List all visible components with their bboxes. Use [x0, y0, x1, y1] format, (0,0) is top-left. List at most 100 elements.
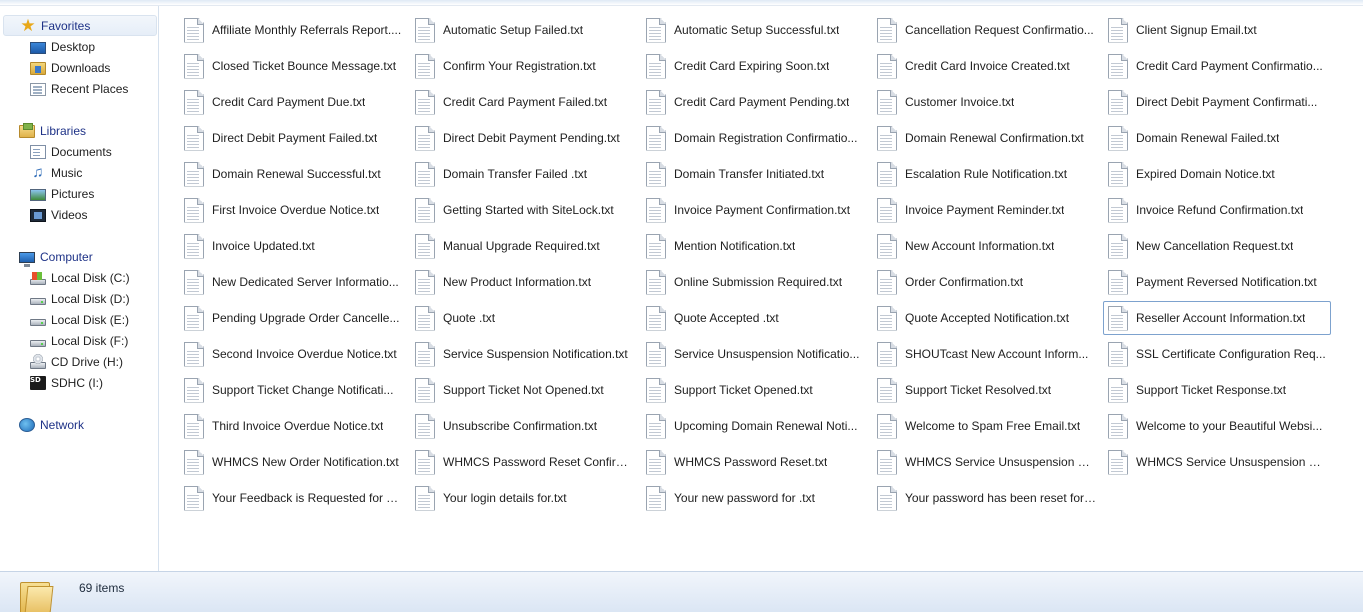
file-item[interactable]: Welcome to your Beautiful Websi... — [1103, 409, 1331, 443]
file-item[interactable]: WHMCS New Order Notification.txt — [179, 445, 407, 479]
file-item[interactable]: Closed Ticket Bounce Message.txt — [179, 49, 407, 83]
file-item[interactable]: Expired Domain Notice.txt — [1103, 157, 1331, 191]
nav-group-favorites[interactable]: ★ Favorites — [3, 15, 157, 36]
file-item[interactable]: Order Confirmation.txt — [872, 265, 1100, 299]
file-item[interactable]: New Product Information.txt — [410, 265, 638, 299]
file-item[interactable]: Direct Debit Payment Pending.txt — [410, 121, 638, 155]
text-document-icon — [646, 305, 666, 331]
file-item[interactable]: Upcoming Domain Renewal Noti... — [641, 409, 869, 443]
file-item[interactable]: Direct Debit Payment Confirmati... — [1103, 85, 1331, 119]
text-document-icon — [415, 89, 435, 115]
file-item[interactable]: Getting Started with SiteLock.txt — [410, 193, 638, 227]
file-item[interactable]: Domain Registration Confirmatio... — [641, 121, 869, 155]
file-item[interactable]: Your Feedback is Requested for Ti... — [179, 481, 407, 515]
file-item[interactable]: Quote Accepted Notification.txt — [872, 301, 1100, 335]
file-item[interactable]: Third Invoice Overdue Notice.txt — [179, 409, 407, 443]
file-item[interactable]: Reseller Account Information.txt — [1103, 301, 1331, 335]
nav-group-libraries[interactable]: Libraries — [19, 120, 86, 141]
file-item[interactable]: Support Ticket Response.txt — [1103, 373, 1331, 407]
file-item[interactable]: Support Ticket Opened.txt — [641, 373, 869, 407]
file-item[interactable]: Second Invoice Overdue Notice.txt — [179, 337, 407, 371]
nav-item-sdhc-i[interactable]: SDHC (I:) — [30, 372, 103, 393]
file-item[interactable]: Domain Transfer Initiated.txt — [641, 157, 869, 191]
file-item[interactable]: Invoice Refund Confirmation.txt — [1103, 193, 1331, 227]
file-item[interactable]: Your new password for .txt — [641, 481, 869, 515]
file-item[interactable]: Service Suspension Notification.txt — [410, 337, 638, 371]
file-item[interactable]: Your login details for.txt — [410, 481, 638, 515]
file-item[interactable]: Domain Renewal Successful.txt — [179, 157, 407, 191]
file-item[interactable]: New Dedicated Server Informatio... — [179, 265, 407, 299]
file-name: Credit Card Invoice Created.txt — [905, 59, 1070, 73]
file-item[interactable]: Affiliate Monthly Referrals Report.... — [179, 13, 407, 47]
file-item[interactable]: Confirm Your Registration.txt — [410, 49, 638, 83]
nav-label: Local Disk (C:) — [51, 270, 130, 285]
nav-group-network[interactable]: Network — [19, 414, 84, 435]
nav-item-local-disk-e[interactable]: Local Disk (E:) — [30, 309, 129, 330]
file-item[interactable]: Pending Upgrade Order Cancelle... — [179, 301, 407, 335]
navigation-pane[interactable]: ★ Favorites Desktop Downloads Recent Places L… — [0, 6, 159, 571]
file-item[interactable]: Credit Card Invoice Created.txt — [872, 49, 1100, 83]
file-item[interactable]: WHMCS Password Reset.txt — [641, 445, 869, 479]
nav-item-downloads[interactable]: Downloads — [30, 57, 110, 78]
nav-item-videos[interactable]: Videos — [30, 204, 87, 225]
file-item[interactable]: Invoice Updated.txt — [179, 229, 407, 263]
file-item[interactable]: WHMCS Service Unsuspension Su... — [1103, 445, 1331, 479]
file-item[interactable]: Credit Card Payment Due.txt — [179, 85, 407, 119]
file-item[interactable]: SHOUTcast New Account Inform... — [872, 337, 1100, 371]
file-item[interactable]: Credit Card Expiring Soon.txt — [641, 49, 869, 83]
file-item[interactable]: Support Ticket Not Opened.txt — [410, 373, 638, 407]
file-item[interactable]: First Invoice Overdue Notice.txt — [179, 193, 407, 227]
file-item[interactable]: Welcome to Spam Free Email.txt — [872, 409, 1100, 443]
file-item[interactable]: Support Ticket Change Notificati... — [179, 373, 407, 407]
file-item[interactable]: WHMCS Password Reset Confirm... — [410, 445, 638, 479]
nav-item-local-disk-c[interactable]: Local Disk (C:) — [30, 267, 130, 288]
text-document-icon — [1108, 449, 1128, 475]
file-item[interactable]: Your password has been reset for ... — [872, 481, 1100, 515]
file-item[interactable]: Direct Debit Payment Failed.txt — [179, 121, 407, 155]
nav-item-pictures[interactable]: Pictures — [30, 183, 94, 204]
file-item[interactable]: Invoice Payment Reminder.txt — [872, 193, 1100, 227]
file-item[interactable]: Customer Invoice.txt — [872, 85, 1100, 119]
file-item[interactable]: Client Signup Email.txt — [1103, 13, 1331, 47]
file-item[interactable]: Automatic Setup Successful.txt — [641, 13, 869, 47]
file-item[interactable]: Online Submission Required.txt — [641, 265, 869, 299]
nav-item-cd-drive-h[interactable]: CD Drive (H:) — [30, 351, 123, 372]
file-item[interactable]: Domain Renewal Confirmation.txt — [872, 121, 1100, 155]
file-item[interactable]: WHMCS Service Unsuspension Fa... — [872, 445, 1100, 479]
file-list[interactable]: Affiliate Monthly Referrals Report.... Au… — [160, 6, 1363, 571]
text-document-icon — [184, 89, 204, 115]
file-item[interactable]: Domain Transfer Failed .txt — [410, 157, 638, 191]
file-item[interactable]: Service Unsuspension Notificatio... — [641, 337, 869, 371]
nav-item-documents[interactable]: Documents — [30, 141, 112, 162]
file-item[interactable]: Automatic Setup Failed.txt — [410, 13, 638, 47]
file-item[interactable]: Payment Reversed Notification.txt — [1103, 265, 1331, 299]
nav-item-desktop[interactable]: Desktop — [30, 36, 95, 57]
nav-item-local-disk-d[interactable]: Local Disk (D:) — [30, 288, 130, 309]
file-item[interactable]: Credit Card Payment Confirmatio... — [1103, 49, 1331, 83]
file-item[interactable]: Unsubscribe Confirmation.txt — [410, 409, 638, 443]
file-item[interactable]: SSL Certificate Configuration Req... — [1103, 337, 1331, 371]
file-item[interactable]: Invoice Payment Confirmation.txt — [641, 193, 869, 227]
file-item[interactable]: Quote .txt — [410, 301, 638, 335]
file-item[interactable]: Credit Card Payment Failed.txt — [410, 85, 638, 119]
file-item[interactable]: Support Ticket Resolved.txt — [872, 373, 1100, 407]
file-name: WHMCS Password Reset.txt — [674, 455, 828, 469]
text-document-icon — [877, 341, 897, 367]
file-item[interactable]: Credit Card Payment Pending.txt — [641, 85, 869, 119]
text-document-icon — [877, 233, 897, 259]
text-document-icon — [1108, 305, 1128, 331]
text-document-icon — [184, 161, 204, 187]
file-name: Client Signup Email.txt — [1136, 23, 1257, 37]
file-item[interactable]: New Account Information.txt — [872, 229, 1100, 263]
file-item[interactable]: Quote Accepted .txt — [641, 301, 869, 335]
file-item[interactable]: Manual Upgrade Required.txt — [410, 229, 638, 263]
file-item[interactable]: Cancellation Request Confirmatio... — [872, 13, 1100, 47]
file-item[interactable]: New Cancellation Request.txt — [1103, 229, 1331, 263]
nav-item-local-disk-f[interactable]: Local Disk (F:) — [30, 330, 128, 351]
file-item[interactable]: Domain Renewal Failed.txt — [1103, 121, 1331, 155]
nav-item-recent-places[interactable]: Recent Places — [30, 78, 128, 99]
nav-group-computer[interactable]: Computer — [19, 246, 93, 267]
file-item[interactable]: Mention Notification.txt — [641, 229, 869, 263]
nav-item-music[interactable]: ♫ Music — [30, 162, 82, 183]
file-item[interactable]: Escalation Rule Notification.txt — [872, 157, 1100, 191]
